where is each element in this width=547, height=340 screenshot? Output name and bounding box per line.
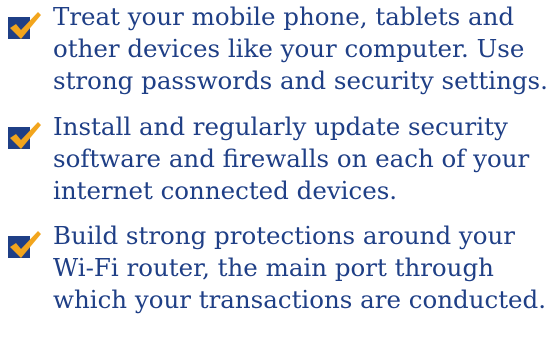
checklist-item-text: Install and regularly update security so…: [53, 111, 543, 207]
checklist-line: Treat your mobile phone, tablets and: [53, 2, 515, 31]
checklist-line: which your transactions are conducted.: [53, 285, 547, 314]
checklist-item-text: Treat your mobile phone, tablets and oth…: [53, 1, 547, 97]
checklist-line: other devices like your computer. Use: [53, 34, 525, 63]
checkbox-checked-icon: [7, 230, 41, 260]
checklist-line: strong passwords and security settings.: [53, 66, 547, 95]
checklist-line: software and firewalls on each of your: [53, 144, 530, 173]
checklist-line: Build strong protections around your: [53, 221, 516, 250]
checkbox-checked-icon: [7, 11, 41, 41]
checklist-line: Wi-Fi router, the main port through: [53, 253, 494, 282]
checkbox-checked-icon: [7, 121, 41, 151]
checklist-item-text: Build strong protections around your Wi-…: [53, 220, 547, 316]
checklist-line: internet connected devices.: [53, 176, 398, 205]
security-checklist: Treat your mobile phone, tablets and oth…: [0, 0, 547, 340]
checklist-line: Install and regularly update security: [53, 112, 508, 141]
